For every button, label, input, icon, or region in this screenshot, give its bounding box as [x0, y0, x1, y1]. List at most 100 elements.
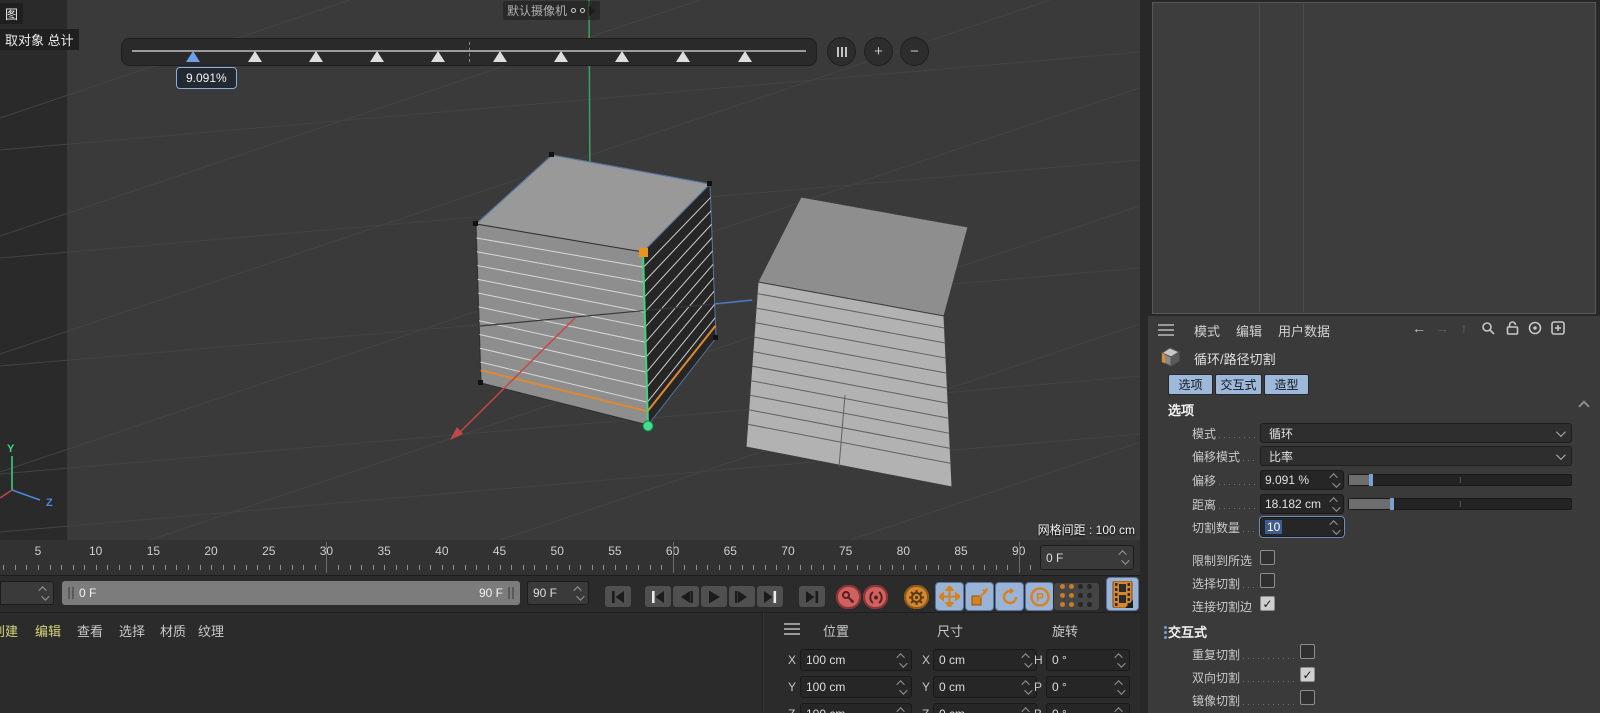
field-spinner[interactable]: [1116, 653, 1124, 668]
field-spinner[interactable]: [898, 680, 906, 695]
range-start-label: 0 F: [79, 586, 96, 600]
ruler-tick: [119, 565, 120, 570]
ruler-tick: [384, 565, 385, 570]
ruler-tick: [765, 565, 766, 570]
prev-key-button[interactable]: [644, 585, 672, 608]
cut-marker[interactable]: [370, 51, 384, 62]
coord-system-button[interactable]: P: [1025, 582, 1054, 611]
range-left-grip[interactable]: [68, 587, 74, 599]
coord-axis-label: Z: [788, 707, 795, 713]
ruler-tick: [696, 565, 697, 570]
ruler-tick: [984, 565, 985, 570]
play-button[interactable]: [700, 585, 728, 608]
end-frame-spinner[interactable]: [575, 586, 583, 601]
cut-marker[interactable]: [493, 51, 507, 62]
position-field[interactable]: 100 cm: [800, 703, 912, 713]
checkbox[interactable]: [1300, 644, 1315, 659]
menu-select[interactable]: 选择: [119, 621, 145, 640]
ruler-tick: [742, 565, 743, 570]
start-frame-field[interactable]: [0, 581, 54, 605]
goto-start-button[interactable]: [604, 585, 632, 608]
viewport-3d[interactable]: Y Z 图 取对象 总计 默认摄像机 + − 9.091% 网格间距 : 100…: [0, 0, 1140, 540]
next-key-button[interactable]: [756, 585, 784, 608]
field-spinner[interactable]: [1116, 707, 1124, 713]
add-cut-button[interactable]: +: [865, 38, 892, 65]
checkbox[interactable]: ✓: [1300, 667, 1315, 682]
goto-end-icon: [804, 590, 820, 604]
end-frame-field[interactable]: 90 F: [527, 581, 589, 605]
menu-create[interactable]: 创建: [0, 621, 18, 640]
rotate-tool-button[interactable]: [995, 582, 1024, 611]
cut-marker[interactable]: [615, 51, 629, 62]
slider-keys-button[interactable]: [828, 38, 855, 65]
size-field[interactable]: 0 cm: [933, 676, 1037, 698]
z-axis-arrowhead: [450, 427, 463, 440]
ruler-tick: [880, 565, 881, 570]
prev-frame-button[interactable]: [672, 585, 700, 608]
camera-dot-icon: [580, 8, 585, 13]
svg-text:P: P: [1035, 590, 1043, 604]
menu-texture[interactable]: 纹理: [198, 621, 224, 640]
move-tool-button[interactable]: [935, 582, 964, 611]
start-frame-spinner[interactable]: [40, 586, 48, 601]
dots-grid-button[interactable]: [1053, 582, 1100, 611]
checkbox[interactable]: [1300, 690, 1315, 705]
rotation-field[interactable]: 0 °: [1046, 676, 1130, 698]
menu-view[interactable]: 查看: [77, 621, 103, 640]
position-field[interactable]: 100 cm: [800, 649, 912, 671]
range-right-grip[interactable]: [508, 587, 514, 599]
autokey-button[interactable]: [863, 585, 888, 609]
field-spinner[interactable]: [898, 653, 906, 668]
dopesheet-panel[interactable]: [1152, 2, 1596, 314]
move-icon: [939, 586, 960, 607]
ruler-tick: [130, 565, 131, 570]
cut-marker[interactable]: [309, 51, 323, 62]
camera-name-label[interactable]: 默认摄像机: [503, 1, 600, 20]
remove-cut-button[interactable]: −: [901, 38, 928, 65]
coord-axis-label: P: [1034, 680, 1042, 694]
cut-marker[interactable]: [248, 51, 262, 62]
coordinates-panel: 位置 尺寸 旋转 X100 cmX0 cmH0 °Y100 cmY0 cmP0 …: [770, 613, 1140, 713]
cut-marker[interactable]: [186, 51, 200, 62]
ruler-tick: [223, 565, 224, 570]
size-field[interactable]: 0 cm: [933, 703, 1037, 713]
cut-marker[interactable]: [676, 51, 690, 62]
position-field[interactable]: 100 cm: [800, 676, 912, 698]
size-field[interactable]: 0 cm: [933, 649, 1037, 671]
frame-range-slider[interactable]: 0 F 90 F: [62, 581, 520, 605]
field-spinner[interactable]: [898, 707, 906, 713]
checkbox-label: 镜像切割: [1192, 692, 1298, 708]
prev-key-icon: [650, 590, 666, 604]
next-frame-button[interactable]: [728, 585, 756, 608]
ruler-tick: [38, 565, 39, 570]
panel-divider[interactable]: [762, 613, 763, 713]
splitter-grip-icon[interactable]: [1164, 626, 1167, 639]
cut-offset-slider[interactable]: [122, 39, 816, 65]
keying-settings-button[interactable]: [904, 585, 929, 609]
record-keyframe-button[interactable]: [836, 585, 861, 609]
ruler-tick: [580, 565, 581, 570]
field-spinner[interactable]: [1116, 680, 1124, 695]
scale-tool-button[interactable]: [965, 582, 994, 611]
frame-spinner[interactable]: [1120, 550, 1128, 565]
ruler-tick: [453, 565, 454, 570]
current-frame-field[interactable]: 0 F: [1040, 545, 1134, 570]
ruler-tick-label: 15: [147, 544, 160, 558]
cut-marker[interactable]: [738, 51, 752, 62]
rotation-field[interactable]: 0 °: [1046, 703, 1130, 713]
menu-edit[interactable]: 编辑: [35, 621, 61, 640]
field-spinner[interactable]: [1023, 653, 1031, 668]
cut-marker[interactable]: [554, 51, 568, 62]
field-spinner[interactable]: [1023, 707, 1031, 713]
cut-marker[interactable]: [431, 51, 445, 62]
ruler-tick: [834, 565, 835, 570]
attribute-manager: 模式 编辑 用户数据 ← → ↑ 循环/路径切割 选项 交互式: [1148, 316, 1600, 713]
menu-material[interactable]: 材质: [160, 621, 186, 640]
timeline-window-button[interactable]: [1106, 577, 1139, 611]
goto-end-button[interactable]: [798, 585, 826, 608]
end-frame-value: 90 F: [533, 586, 557, 600]
rotation-field[interactable]: 0 °: [1046, 649, 1130, 671]
field-spinner[interactable]: [1023, 680, 1031, 695]
ruler-tick: [292, 565, 293, 570]
timeline-ruler[interactable]: 51015202530354045505560657075808590: [0, 540, 1140, 576]
